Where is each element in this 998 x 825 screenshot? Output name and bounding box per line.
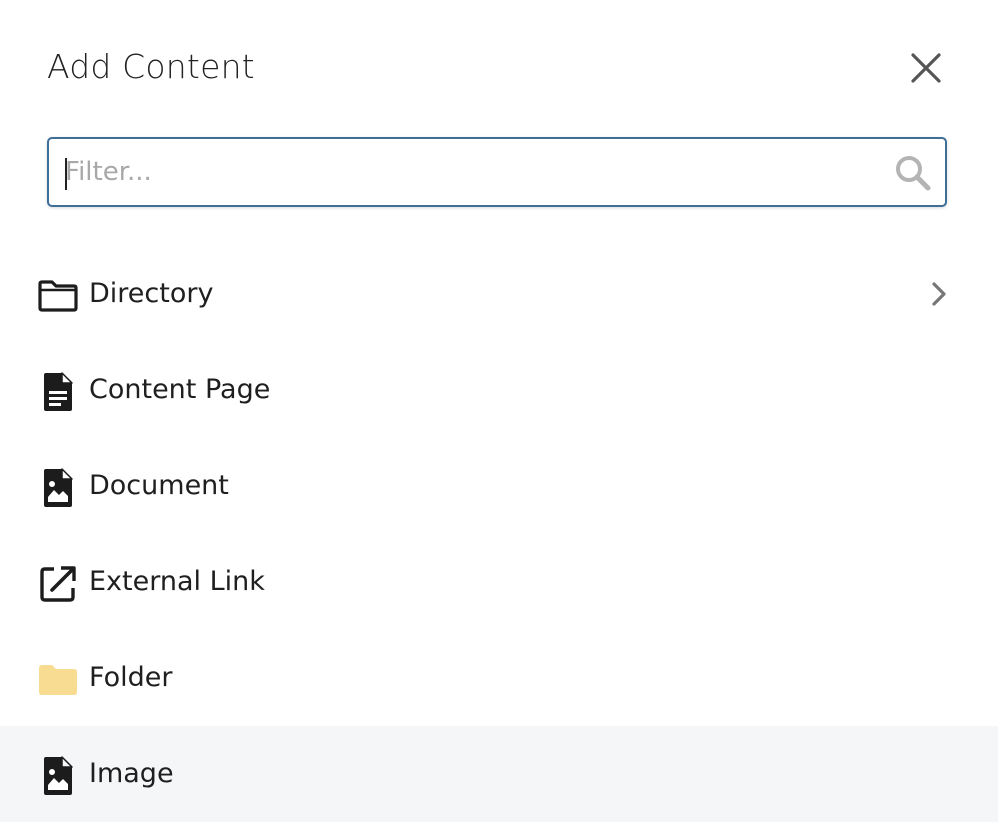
list-item-directory[interactable]: Directory [0,246,998,342]
chevron-right-icon[interactable] [924,279,954,309]
list-item-label: Content Page [89,374,271,405]
list-item-label: Directory [89,278,214,309]
close-button[interactable] [903,45,949,91]
image-file-icon [36,754,80,798]
folder-outline-icon [36,274,80,318]
list-item-folder[interactable]: Folder [0,630,998,726]
search-icon[interactable] [893,153,933,193]
add-content-dialog: Add Content Directory [0,0,998,825]
content-type-list: Directory Content Page Document External… [0,246,998,822]
close-icon[interactable] [910,52,942,84]
filter-input[interactable] [65,139,865,205]
dialog-title: Add Content [47,47,255,86]
text-cursor [65,158,67,190]
list-item-label: Folder [89,662,173,693]
list-item-content-page[interactable]: Content Page [0,342,998,438]
list-item-document[interactable]: Document [0,438,998,534]
document-text-icon [36,370,80,414]
external-link-icon [36,562,80,606]
folder-filled-icon [36,658,80,702]
list-item-external-link[interactable]: External Link [0,534,998,630]
list-item-label: Image [89,758,174,789]
filter-search-box [47,137,947,207]
list-item-image[interactable]: Image [0,726,998,822]
document-image-icon [36,466,80,510]
list-item-label: Document [89,470,229,501]
list-item-label: External Link [89,566,265,597]
